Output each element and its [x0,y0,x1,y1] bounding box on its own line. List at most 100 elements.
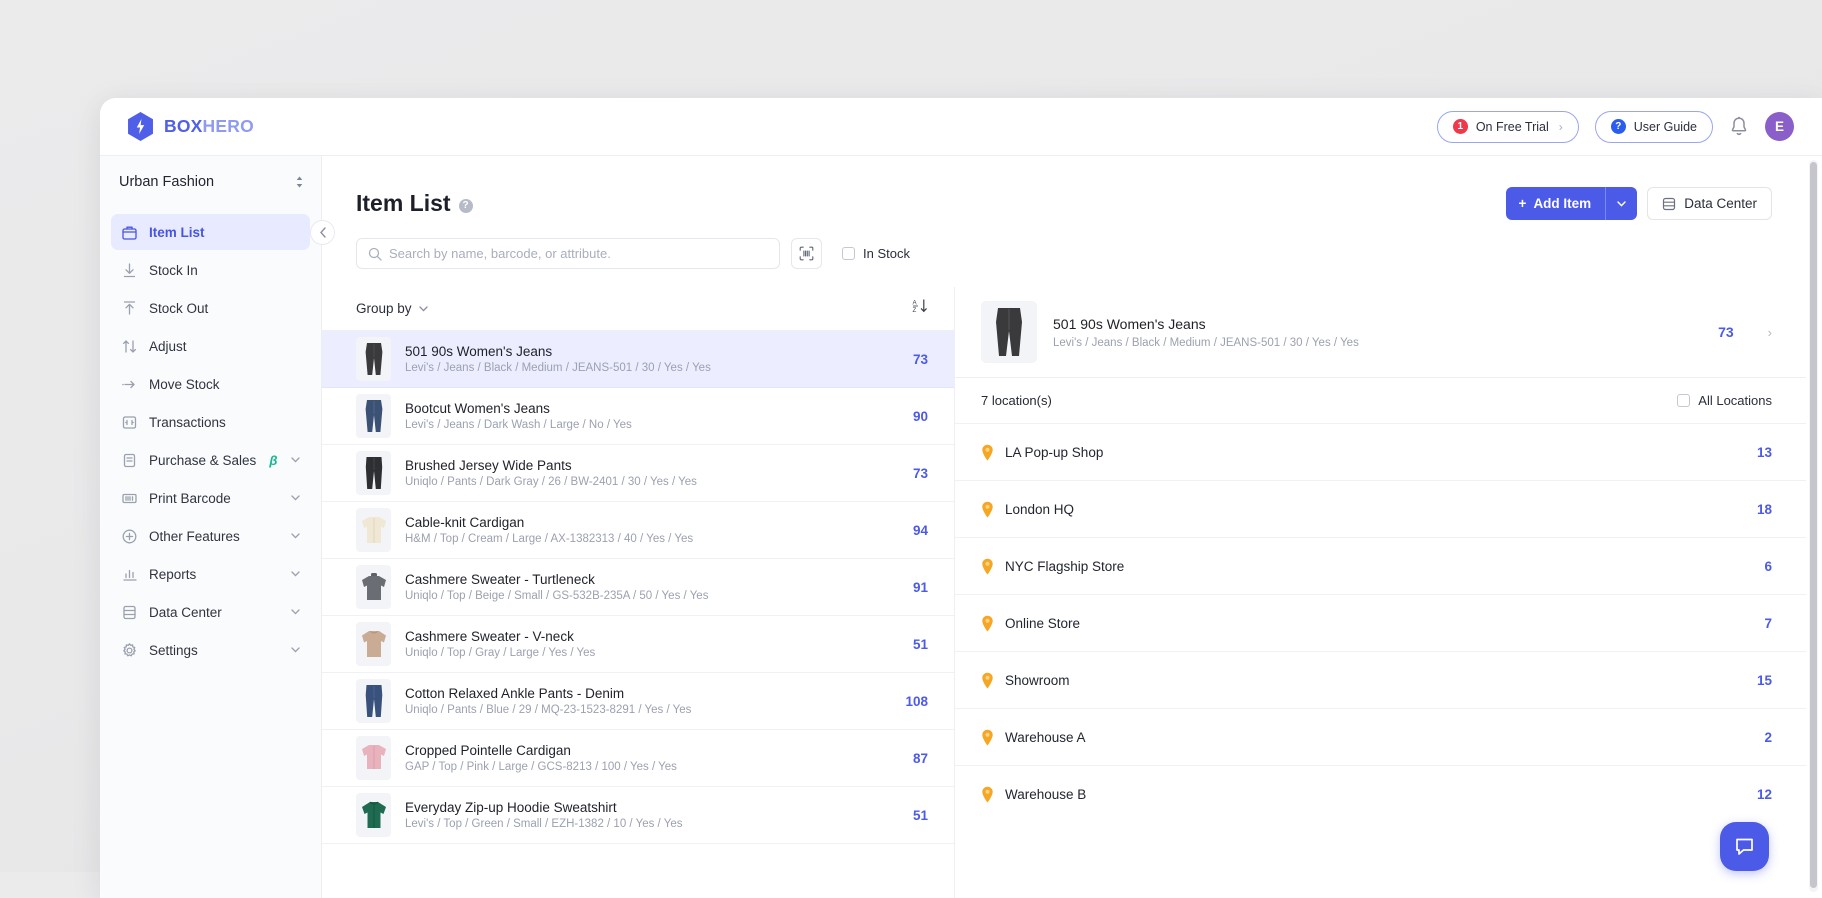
all-locations-checkbox[interactable] [1677,394,1691,407]
item-quantity: 51 [912,807,928,823]
location-pin-icon [982,672,993,688]
item-quantity: 108 [905,693,928,709]
in-stock-filter[interactable]: In Stock [842,246,910,261]
location-pin-icon [982,558,993,574]
sidebar-item-item-list[interactable]: Item List [111,214,310,250]
item-row[interactable]: Cropped Pointelle Cardigan GAP / Top / Pi… [322,730,954,787]
database-icon [1663,197,1676,210]
sidebar-item-adjust[interactable]: Adjust [111,328,310,364]
group-by-dropdown[interactable]: Group by [356,301,428,316]
all-locations-filter[interactable]: All Locations [1677,393,1772,408]
in-stock-checkbox[interactable] [842,247,855,260]
chevron-down-icon [418,305,428,312]
sidebar-item-reports[interactable]: Reports [111,556,310,592]
item-name: Everyday Zip-up Hoodie Sweatshirt [405,800,617,815]
item-attributes: Levi's / Top / Green / Small / EZH-1382 … [405,818,683,830]
sidebar-item-transactions[interactable]: Transactions [111,404,310,440]
location-name: Online Store [1005,615,1081,631]
detail-header[interactable]: 501 90s Women's Jeans Levi's / Jeans / B… [955,287,1806,378]
item-row[interactable]: Cashmere Sweater - V-neck Uniqlo / Top / … [322,616,954,673]
chevron-down-icon[interactable] [291,493,300,504]
item-row[interactable]: Cashmere Sweater - Turtleneck Uniqlo / To… [322,559,954,616]
item-thumbnail [356,736,391,780]
item-row[interactable]: Brushed Jersey Wide Pants Uniqlo / Pants … [322,445,954,502]
user-guide-button[interactable]: ? User Guide [1594,110,1713,143]
add-item-dropdown-toggle[interactable] [1605,187,1637,220]
app-logo[interactable]: BOXHERO [100,112,254,141]
chevron-down-icon[interactable] [291,531,300,542]
updown-selector-icon [296,176,303,188]
workspace-switcher[interactable]: Urban Fashion [100,156,321,208]
brand-text: BOXHERO [164,116,254,137]
search-input[interactable] [389,246,779,261]
avatar[interactable]: E [1765,112,1794,141]
chevron-down-icon[interactable] [291,569,300,580]
sidebar-item-purchase-sales[interactable]: Purchase & Sales β [111,442,310,478]
sidebar-item-label: Settings [149,642,198,658]
location-name: LA Pop-up Shop [1005,444,1104,460]
chevron-right-icon[interactable]: › [1768,325,1772,340]
barcode-scan-button[interactable] [791,238,822,269]
sidebar-item-stock-in[interactable]: Stock In [111,252,310,288]
app-window: BOXHERO 1 On Free Trial › ? User Guide E… [100,98,1822,898]
sort-az-icon: A Z [913,299,927,314]
item-texts: Cotton Relaxed Ankle Pants - Denim Uniqlo… [405,686,891,716]
chevron-left-icon [319,227,326,238]
item-texts: Everyday Zip-up Hoodie Sweatshirt Levi's … [405,800,899,830]
chevron-down-icon[interactable] [291,645,300,656]
chevron-down-icon[interactable] [291,607,300,618]
detail-texts: 501 90s Women's Jeans Levi's / Jeans / B… [1053,316,1359,349]
location-name: London HQ [1005,501,1075,517]
chat-bubble-icon [1736,838,1753,855]
page-scrollbar-track[interactable] [1809,160,1818,892]
item-row[interactable]: Everyday Zip-up Hoodie Sweatshirt Levi's … [322,787,954,844]
chevron-down-icon[interactable] [291,455,300,466]
sidebar-item-settings[interactable]: Settings [111,632,310,668]
location-pin-icon [982,501,993,517]
add-item-label-wrap: + Add Item [1506,196,1606,211]
location-row[interactable]: Warehouse A 2 [955,708,1806,765]
receipt-icon [121,414,138,431]
item-row[interactable]: 501 90s Women's Jeans Levi's / Jeans / Bl… [322,331,954,388]
item-row[interactable]: Cotton Relaxed Ankle Pants - Denim Uniqlo… [322,673,954,730]
search-box[interactable] [356,238,780,269]
bell-icon[interactable] [1729,116,1749,138]
sidebar-item-move-stock[interactable]: Move Stock [111,366,310,402]
help-icon[interactable]: ? [458,198,473,213]
top-bar-actions: 1 On Free Trial › ? User Guide E [1436,110,1822,143]
free-trial-label: On Free Trial [1475,119,1549,134]
item-row[interactable]: Bootcut Women's Jeans Levi's / Jeans / Da… [322,388,954,445]
locations-header: 7 location(s) All Locations [955,378,1806,423]
sidebar-collapse-button[interactable] [310,220,335,245]
search-row: In Stock [322,220,1806,269]
location-row[interactable]: NYC Flagship Store 6 [955,537,1806,594]
location-row[interactable]: Warehouse B 12 [955,765,1806,822]
item-name: Brushed Jersey Wide Pants [405,458,572,473]
sidebar-item-stock-out[interactable]: Stock Out [111,290,310,326]
beta-badge: β [269,452,278,468]
user-guide-label: User Guide [1633,119,1697,134]
gear-icon [121,642,138,659]
sidebar-item-print-barcode[interactable]: Print Barcode [111,480,310,516]
sidebar-item-label: Item List [149,224,205,240]
chat-support-button[interactable] [1720,822,1769,871]
locations-list: LA Pop-up Shop 13 London HQ 18 NYC Flagship … [955,423,1806,822]
page-scrollbar-thumb[interactable] [1810,162,1817,888]
item-row[interactable]: Cable-knit Cardigan H&M / Top / Cream / L… [322,502,954,559]
free-trial-button[interactable]: 1 On Free Trial › [1436,110,1579,143]
data-center-button[interactable]: Data Center [1647,187,1772,220]
location-name: Warehouse B [1005,786,1087,802]
black-jeans-thumb-icon [996,308,1022,356]
location-pin-icon [982,729,993,745]
item-quantity: 90 [912,408,928,424]
add-item-button[interactable]: + Add Item [1505,187,1638,220]
sidebar-item-data-center[interactable]: Data Center [111,594,310,630]
location-row[interactable]: Online Store 7 [955,594,1806,651]
location-row[interactable]: Showroom 15 [955,651,1806,708]
location-row[interactable]: LA Pop-up Shop 13 [955,423,1806,480]
sidebar-item-other-features[interactable]: Other Features [111,518,310,554]
sort-button[interactable]: A Z [912,298,928,319]
main-content: Item List ? + Add Item Data Center Searc… [322,156,1806,898]
location-quantity: 7 [1764,615,1772,631]
location-row[interactable]: London HQ 18 [955,480,1806,537]
